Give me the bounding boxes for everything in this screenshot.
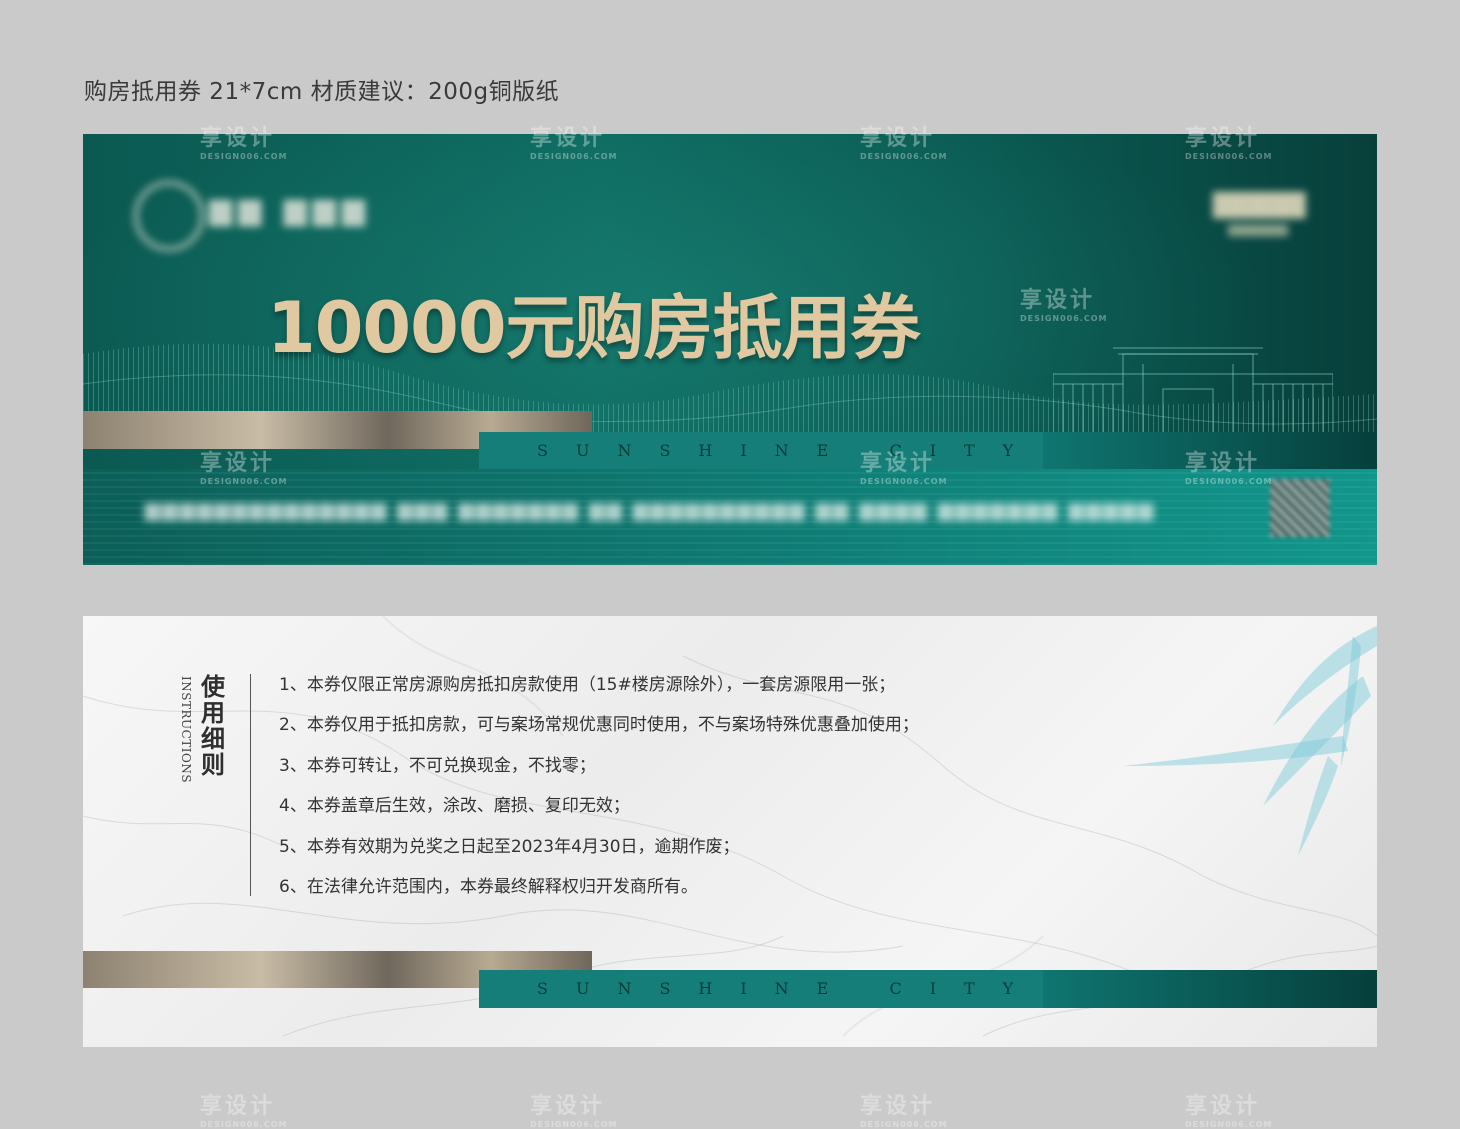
title-char: 则 bbox=[201, 751, 225, 779]
rule-item: 1、本券仅限正常房源购房抵扣房款使用（15#楼房源除外），一套房源限用一张； bbox=[279, 675, 896, 695]
instructions-en-label: INSTRUCTIONS bbox=[179, 676, 193, 784]
watermark: 享设计 DESIGN006.COM bbox=[860, 1094, 948, 1129]
rule-item: 2、本券仅用于抵扣房款，可与案场常规优惠同时使用，不与案场特殊优惠叠加使用； bbox=[279, 715, 919, 736]
title-char: 使 bbox=[201, 673, 225, 701]
sunshine-city-bar: SUNSHINE CITY bbox=[479, 970, 1043, 1008]
rule-item: 5、本券有效期为兑奖之日起至2023年4月30日，逾期作废； bbox=[279, 836, 740, 857]
dark-accent-bar bbox=[1043, 970, 1377, 1008]
title-char: 用 bbox=[201, 699, 225, 727]
bamboo-leaves bbox=[1123, 626, 1377, 856]
voucher-front: ▆▆ ▆▆▆ ▆▆▆▆ ▆▆▆▆▆▆ 10000元购房抵用券 SUNSHINE … bbox=[83, 134, 1377, 565]
voucher-title: 10000元购房抵用券 bbox=[267, 287, 921, 369]
rule-item: 6、在法律允许范围内，本券最终解释权归开发商所有。 bbox=[279, 876, 698, 897]
sunshine-city-bar: SUNSHINE CITY bbox=[479, 432, 1043, 469]
voucher-back: INSTRUCTIONS 使 用 细 则 1、本券仅限正常房源购房抵扣房款使用（… bbox=[83, 616, 1377, 1047]
watermark: 享设计 DESIGN006.COM bbox=[1185, 1094, 1273, 1129]
watermark: 享设计 DESIGN006.COM bbox=[200, 1094, 288, 1129]
dark-accent-bar bbox=[1043, 432, 1377, 469]
rules-list: 1、本券仅限正常房源购房抵扣房款使用（15#楼房源除外），一套房源限用一张； 2… bbox=[279, 670, 919, 912]
qr-code bbox=[1270, 479, 1330, 537]
building-illustration bbox=[1053, 347, 1333, 434]
watermark: 享设计 DESIGN006.COM bbox=[530, 1094, 618, 1129]
instructions-title: 使 用 细 则 bbox=[201, 674, 229, 778]
title-char: 细 bbox=[201, 725, 225, 753]
developer-logo: ▆▆ ▆▆▆ bbox=[125, 172, 395, 252]
project-logo: ▆▆▆▆ ▆▆▆▆▆▆ bbox=[1213, 184, 1306, 237]
contact-info-blurred: ▆▆▆▆▆▆▆▆▆▆▆▆▆▆ ▆▆▆ ▆▆▆▆▆▆▆ ▆▆ ▆▆▆▆▆▆▆▆▆▆… bbox=[145, 497, 1156, 521]
vertical-divider bbox=[250, 674, 251, 896]
rule-item: 4、本券盖章后生效，涂改、磨损、复印无效； bbox=[279, 796, 630, 817]
rule-item: 3、本券可转让，不可兑换现金，不找零； bbox=[279, 755, 596, 776]
spec-line: 购房抵用券 21*7cm 材质建议：200g铜版纸 bbox=[84, 79, 560, 105]
